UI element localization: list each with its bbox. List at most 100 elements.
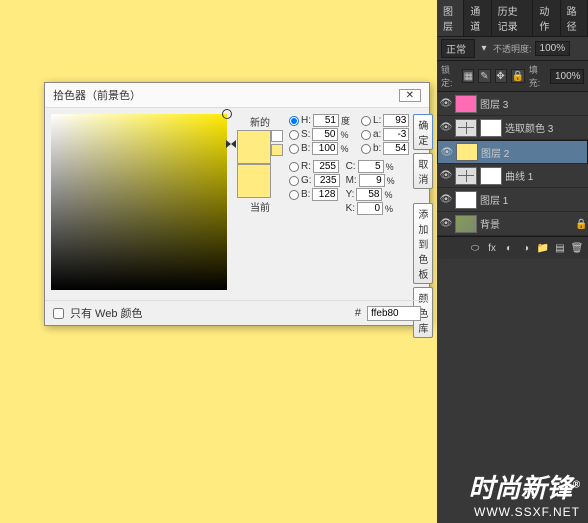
h-radio[interactable] bbox=[289, 116, 299, 126]
rgb-group: R: G: B: bbox=[289, 160, 340, 215]
new-label: 新的 bbox=[250, 114, 270, 129]
cancel-button[interactable]: 取消 bbox=[413, 153, 433, 189]
lock-pixels-icon[interactable]: ✎ bbox=[478, 69, 490, 83]
mask-icon[interactable]: ◐ bbox=[502, 241, 516, 255]
adjustment-icon[interactable]: ◑ bbox=[519, 241, 533, 255]
b-input[interactable] bbox=[312, 142, 338, 155]
layer-row[interactable]: 👁 曲线 1 bbox=[437, 164, 588, 188]
g-radio[interactable] bbox=[289, 176, 299, 186]
close-button[interactable]: ✕ bbox=[399, 89, 421, 102]
tab-layers[interactable]: 图层 bbox=[437, 0, 464, 36]
dialog-title: 拾色器（前景色） bbox=[53, 87, 141, 103]
lock-transparency-icon[interactable]: ▦ bbox=[462, 69, 474, 83]
layer-row[interactable]: 👁 图层 2 bbox=[437, 140, 588, 164]
l-input[interactable] bbox=[383, 114, 409, 127]
layer-row[interactable]: 👁 图层 3 bbox=[437, 92, 588, 116]
c-input[interactable] bbox=[358, 160, 384, 173]
k-input[interactable] bbox=[357, 202, 383, 215]
fx-icon[interactable]: fx bbox=[485, 241, 499, 255]
layer-thumb[interactable] bbox=[455, 167, 477, 185]
b-radio[interactable] bbox=[289, 144, 299, 154]
r-input[interactable] bbox=[313, 160, 339, 173]
tab-history[interactable]: 历史记录 bbox=[492, 0, 534, 36]
layer-thumb[interactable] bbox=[455, 215, 477, 233]
layer-thumb[interactable] bbox=[455, 95, 477, 113]
layer-name: 曲线 1 bbox=[505, 168, 533, 183]
a-input[interactable] bbox=[383, 128, 409, 141]
tab-channels[interactable]: 通道 bbox=[464, 0, 491, 36]
color-field[interactable] bbox=[51, 114, 227, 290]
webonly-checkbox[interactable] bbox=[53, 308, 64, 319]
s-radio[interactable] bbox=[289, 130, 299, 140]
lock-icon: 🔒 bbox=[575, 219, 585, 229]
g-input[interactable] bbox=[314, 174, 340, 187]
l-radio[interactable] bbox=[361, 116, 371, 126]
s-input[interactable] bbox=[312, 128, 338, 141]
layer-mask-thumb[interactable] bbox=[480, 119, 502, 137]
warning-icon[interactable] bbox=[271, 130, 283, 142]
layer-thumb[interactable] bbox=[456, 143, 478, 161]
layers-panel: 图层 通道 历史记录 动作 路径 正常 ▾ 不透明度: 100% 锁定: ▦ ✎… bbox=[437, 0, 588, 523]
fill-label: 填充: bbox=[529, 63, 546, 89]
layer-name: 图层 3 bbox=[480, 96, 508, 111]
lock-label: 锁定: bbox=[441, 63, 458, 89]
current-color-swatch[interactable] bbox=[237, 164, 271, 198]
current-label: 当前 bbox=[250, 199, 270, 214]
m-input[interactable] bbox=[359, 174, 385, 187]
add-swatch-button[interactable]: 添加到色板 bbox=[413, 203, 433, 284]
rgb-b-input[interactable] bbox=[312, 188, 338, 201]
color-picker-dialog: 拾色器（前景色） ✕ 新的 当前 bbox=[44, 82, 430, 326]
eye-icon[interactable]: 👁 bbox=[440, 98, 452, 110]
lab-group: L: a: b: bbox=[361, 114, 409, 155]
eye-icon[interactable]: 👁 bbox=[440, 170, 452, 182]
rgb-b-radio[interactable] bbox=[289, 190, 299, 200]
hsb-group: H:度 S:% B:% bbox=[289, 114, 355, 155]
layer-row[interactable]: 👁 图层 1 bbox=[437, 188, 588, 212]
cmyk-group: C:% M:% Y:% K:% bbox=[346, 160, 401, 215]
dialog-titlebar[interactable]: 拾色器（前景色） ✕ bbox=[45, 83, 429, 108]
tab-paths[interactable]: 路径 bbox=[561, 0, 588, 36]
webonly-label: 只有 Web 颜色 bbox=[70, 305, 143, 321]
eye-icon[interactable]: 👁 bbox=[440, 122, 452, 134]
eye-icon[interactable]: 👁 bbox=[440, 194, 452, 206]
watermark: 时尚新锋® WWW.SSXF.NET bbox=[469, 468, 580, 519]
hex-input[interactable] bbox=[367, 306, 421, 321]
layer-name: 图层 1 bbox=[480, 192, 508, 207]
layer-row[interactable]: 👁 选取颜色 3 bbox=[437, 116, 588, 140]
new-layer-icon[interactable]: ▤ bbox=[553, 241, 567, 255]
blend-mode-select[interactable]: 正常 bbox=[441, 39, 475, 58]
layer-mask-thumb[interactable] bbox=[480, 167, 502, 185]
ok-button[interactable]: 确定 bbox=[413, 114, 433, 150]
r-radio[interactable] bbox=[289, 162, 299, 172]
layer-thumb[interactable] bbox=[455, 119, 477, 137]
eye-icon[interactable]: 👁 bbox=[440, 218, 452, 230]
a-radio[interactable] bbox=[361, 130, 371, 140]
layer-thumb[interactable] bbox=[455, 191, 477, 209]
folder-icon[interactable]: 📁 bbox=[536, 241, 550, 255]
layer-name: 选取颜色 3 bbox=[505, 120, 553, 135]
panel-tabs: 图层 通道 历史记录 动作 路径 bbox=[437, 0, 588, 37]
color-selector-ring bbox=[222, 109, 232, 119]
layers-list: 👁 图层 3 👁 选取颜色 3 👁 图层 2 👁 曲线 1 👁 图层 1 bbox=[437, 92, 588, 236]
h-input[interactable] bbox=[313, 114, 339, 127]
websafe-swatch[interactable] bbox=[271, 144, 283, 156]
layer-name: 背景 bbox=[480, 216, 500, 231]
blend-row: 正常 ▾ 不透明度: 100% bbox=[437, 37, 588, 60]
trash-icon[interactable]: 🗑 bbox=[570, 241, 584, 255]
new-color-swatch[interactable] bbox=[237, 130, 271, 164]
fill-input[interactable]: 100% bbox=[550, 69, 584, 84]
lab-b-radio[interactable] bbox=[361, 144, 371, 154]
layers-toolbar: ⬭ fx ◐ ◑ 📁 ▤ 🗑 bbox=[437, 236, 588, 259]
link-icon[interactable]: ⬭ bbox=[468, 241, 482, 255]
tab-actions[interactable]: 动作 bbox=[533, 0, 560, 36]
layer-row[interactable]: 👁 背景 🔒 bbox=[437, 212, 588, 236]
lock-position-icon[interactable]: ✥ bbox=[495, 69, 507, 83]
dialog-footer: 只有 Web 颜色 # bbox=[45, 300, 429, 325]
eye-icon[interactable]: 👁 bbox=[441, 146, 453, 158]
opacity-input[interactable]: 100% bbox=[535, 41, 571, 56]
hex-prefix: # bbox=[355, 307, 361, 319]
lock-all-icon[interactable]: 🔒 bbox=[511, 69, 525, 83]
y-input[interactable] bbox=[356, 188, 382, 201]
opacity-label: 不透明度: bbox=[493, 42, 532, 55]
lab-b-input[interactable] bbox=[383, 142, 409, 155]
